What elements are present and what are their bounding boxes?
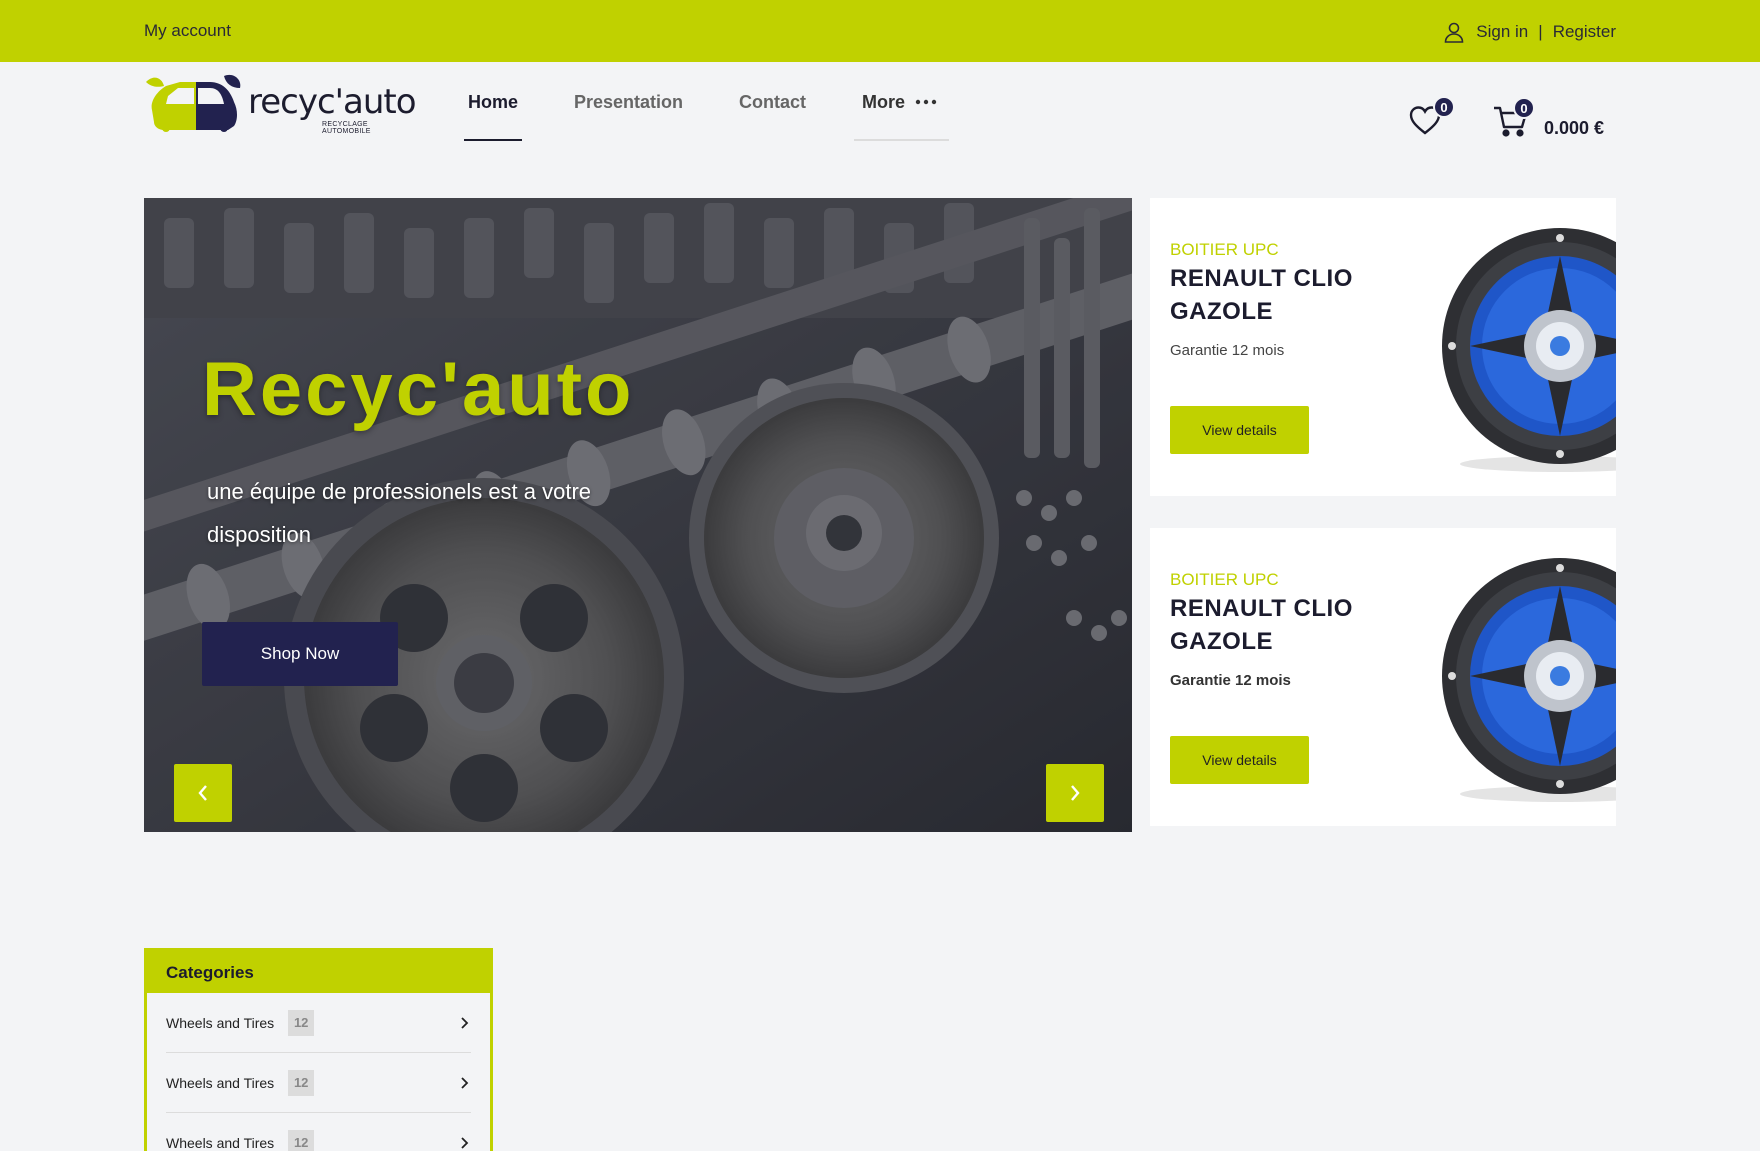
auth-separator: | [1538,22,1543,41]
promo-product-name: RENAULT CLIO GAZOLE [1170,595,1353,655]
sign-in-link[interactable]: Sign in [1476,22,1528,42]
cart-count-badge: 0 [1513,97,1535,119]
nav-presentation[interactable]: Presentation [570,92,687,142]
nav-contact[interactable]: Contact [735,92,810,142]
promo-kicker: BOITIER UPC [1170,240,1279,259]
categories-panel: Categories Wheels and Tires 12 Wheels an… [144,948,493,1151]
hero-subtitle: une équipe de professionels est a votre … [207,479,592,547]
view-details-button[interactable]: View details [1170,736,1309,784]
category-label: Wheels and Tires [166,1074,275,1091]
category-label: Wheels and Tires [166,1014,275,1031]
promo-guarantee: Garantie 12 mois [1170,672,1291,689]
categories-title: Categories [147,951,490,993]
car-speaker-image [1442,558,1616,802]
category-count: 12 [288,1129,315,1151]
wishlist-count-badge: 0 [1433,96,1455,118]
category-label: Wheels and Tires [166,1134,275,1151]
category-count: 12 [288,1009,315,1036]
chevron-left-icon [198,785,207,801]
slider-prev-button[interactable] [174,764,232,822]
nav-home[interactable]: Home [464,92,523,142]
promo-guarantee: Garantie 12 mois [1170,342,1285,359]
promo-card: BOITIER UPC RENAULT CLIO GAZOLE Garantie… [1150,528,1616,826]
top-bar: My account Sign in | Register [0,0,1760,62]
main-nav: Home Presentation Contact More [464,92,989,142]
promo-card: BOITIER UPC RENAULT CLIO GAZOLE Garantie… [1150,198,1616,496]
categories-list: Wheels and Tires 12 Wheels and Tires 12 … [147,993,490,1151]
view-details-button[interactable]: View details [1170,406,1309,454]
chevron-right-icon [461,1016,469,1029]
promo-product-name: RENAULT CLIO GAZOLE [1170,265,1353,325]
ellipsis-icon [915,99,937,105]
register-link[interactable]: Register [1553,22,1616,42]
car-speaker-image [1442,228,1616,472]
shop-now-button[interactable]: Shop Now [202,622,398,686]
my-account-link[interactable]: My account [144,21,231,41]
hero-title: Recyc'auto [202,347,635,432]
slider-next-button[interactable] [1046,764,1104,822]
auth-links: Sign in | Register [1442,20,1616,44]
promo-kicker: BOITIER UPC [1170,570,1279,589]
user-icon [1444,22,1464,43]
category-count: 12 [288,1069,315,1096]
category-item[interactable]: Wheels and Tires 12 [166,1053,471,1113]
car-icon [146,74,241,132]
chevron-right-icon [461,1076,469,1089]
logo-text: recyc'auto [248,82,417,122]
logo-subtext: RECYCLAGE AUTOMOBILE [322,121,371,135]
cart-total[interactable]: 0.000 € [1544,118,1604,139]
nav-more[interactable]: More [854,92,950,142]
hero-slider: Recyc'auto une équipe de professionels e… [144,198,1132,832]
nav-more-label: More [862,92,906,112]
chevron-right-icon [1071,785,1080,801]
category-item[interactable]: Wheels and Tires 12 [166,993,471,1053]
category-item[interactable]: Wheels and Tires 12 [166,1113,471,1151]
site-logo[interactable]: recyc'auto RECYCLAGE AUTOMOBILE [144,72,417,135]
chevron-right-icon [461,1136,469,1149]
